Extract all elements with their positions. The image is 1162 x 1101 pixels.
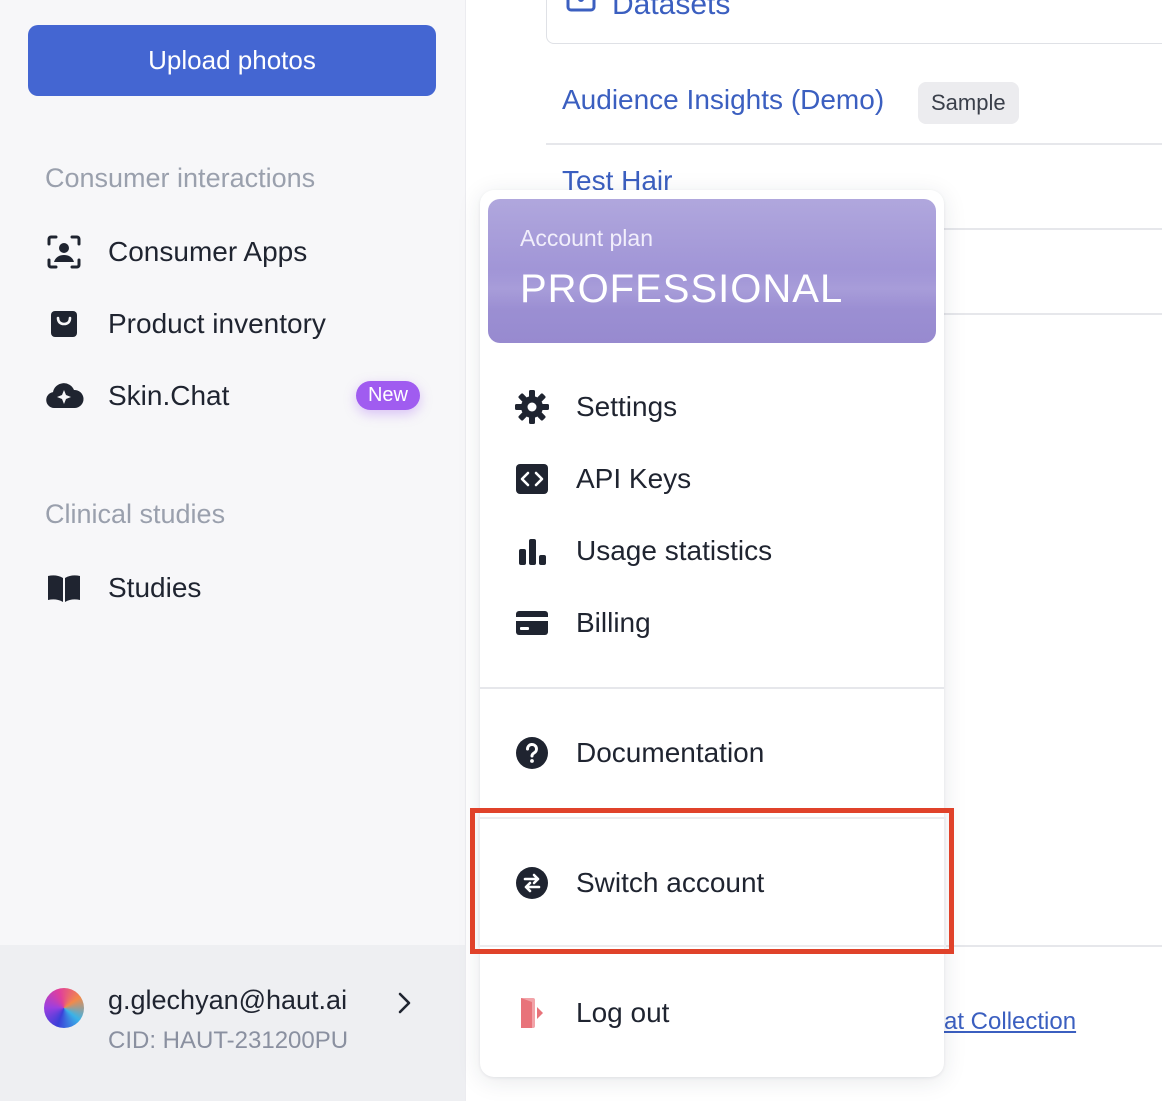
datasets-icon: [566, 0, 596, 14]
menu-item-switch-account[interactable]: Switch account: [512, 855, 932, 911]
menu-item-label: Log out: [576, 997, 670, 1028]
sidebar-item-label: Consumer Apps: [108, 236, 308, 267]
chevron-right-icon[interactable]: [393, 990, 417, 1016]
avatar: [44, 988, 84, 1028]
collection-link[interactable]: at Collection: [944, 1008, 1076, 1036]
upload-photos-button[interactable]: Upload photos: [28, 25, 436, 96]
sidebar-item-label: Product inventory: [108, 308, 326, 339]
user-cid: CID: HAUT-231200PU: [108, 1027, 349, 1054]
credit-card-icon: [512, 603, 552, 643]
account-plan-card: Account plan PROFESSIONAL: [488, 199, 936, 343]
plan-name: PROFESSIONAL: [520, 267, 844, 311]
section-title-consumer-interactions: Consumer interactions: [45, 163, 316, 193]
new-badge: New: [355, 381, 420, 410]
menu-item-label: Settings: [576, 391, 678, 422]
menu-divider: [480, 687, 944, 689]
menu-item-label: Documentation: [576, 737, 765, 768]
bar-chart-icon: [512, 531, 552, 571]
sample-badge: Sample: [918, 82, 1019, 124]
menu-item-label: API Keys: [576, 463, 692, 494]
menu-item-label: Usage statistics: [576, 535, 773, 566]
gear-icon: [512, 387, 552, 427]
sidebar-item-product-inventory[interactable]: Product inventory: [44, 299, 424, 349]
menu-item-usage-statistics[interactable]: Usage statistics: [512, 523, 932, 579]
section-title-clinical-studies: Clinical studies: [45, 499, 226, 529]
sidebar-item-skin-chat[interactable]: Skin.Chat New: [44, 371, 424, 421]
sidebar-item-studies[interactable]: Studies: [44, 563, 424, 613]
question-circle-icon: [512, 733, 552, 773]
sidebar-item-label: Skin.Chat: [108, 380, 230, 411]
menu-item-label: Switch account: [576, 867, 765, 898]
menu-item-log-out[interactable]: Log out: [512, 985, 932, 1041]
code-brackets-icon: [512, 459, 552, 499]
logout-door-icon: [512, 993, 552, 1033]
switch-arrows-icon: [512, 863, 552, 903]
dataset-link-audience-insights[interactable]: Audience Insights (Demo): [562, 84, 884, 116]
shopping-bag-icon: [44, 304, 84, 344]
consumer-scan-icon: [44, 232, 84, 272]
menu-item-api-keys[interactable]: API Keys: [512, 451, 932, 507]
menu-item-billing[interactable]: Billing: [512, 595, 932, 651]
menu-item-documentation[interactable]: Documentation: [512, 725, 932, 781]
sidebar-item-label: Studies: [108, 572, 202, 603]
sidebar-item-consumer-apps[interactable]: Consumer Apps: [44, 227, 424, 277]
menu-item-settings[interactable]: Settings: [512, 379, 932, 435]
datasets-title: Datasets: [612, 0, 731, 21]
row-divider: [546, 143, 1162, 145]
user-email: g.glechyan@haut.ai: [108, 985, 348, 1015]
cloud-sparkle-icon: [44, 376, 84, 416]
book-open-icon: [44, 568, 84, 608]
plan-label: Account plan: [520, 225, 653, 251]
menu-item-label: Billing: [576, 607, 651, 638]
